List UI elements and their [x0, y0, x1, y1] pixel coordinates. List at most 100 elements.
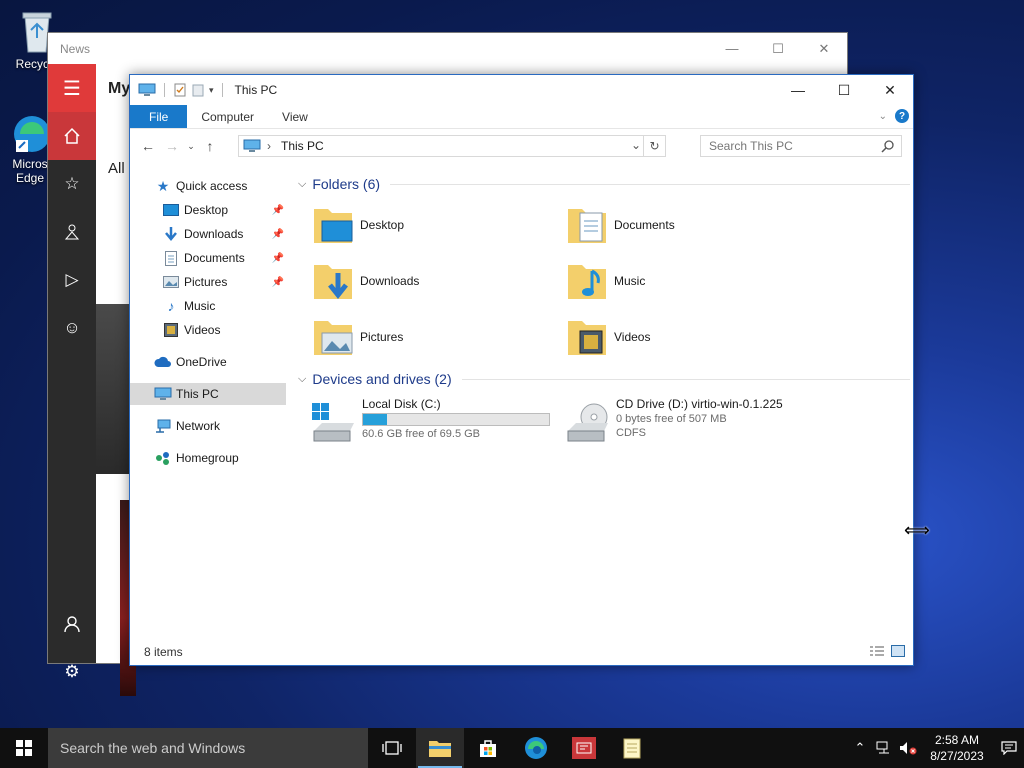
taskbar: Search the web and Windows ⌃ 2:58 AM 8/2…	[0, 728, 1024, 768]
up-arrow-icon[interactable]: ↑	[198, 138, 222, 154]
file-explorer-window[interactable]: ▾ This PC — ☐ ✕ File Computer View ⌄ ? ←…	[129, 74, 914, 666]
maximize-icon[interactable]: ☐	[821, 75, 867, 105]
local-icon[interactable]	[48, 208, 96, 256]
video-play-icon[interactable]: ▷	[48, 256, 96, 304]
customize-qat-chevron-icon[interactable]: ▾	[209, 85, 214, 96]
forward-arrow-icon[interactable]: →	[160, 138, 184, 154]
settings-gear-icon[interactable]: ⚙	[48, 648, 96, 696]
network-status-icon[interactable]	[872, 741, 896, 755]
sidebar-item-quick-access[interactable]: ★ Quick access	[154, 175, 310, 197]
collapse-chevron-icon[interactable]: ⌵	[298, 373, 306, 386]
smiley-icon[interactable]: ☺	[48, 304, 96, 352]
close-icon[interactable]: ✕	[801, 33, 847, 64]
folder-tile-documents[interactable]: Documents	[566, 203, 675, 247]
folder-label: Videos	[614, 330, 651, 344]
search-input[interactable]: Search This PC	[700, 135, 902, 157]
news-window-title: News	[60, 41, 91, 56]
explorer-window-title: This PC	[234, 83, 278, 97]
pin-icon[interactable]: 📌	[272, 253, 284, 264]
folder-label: Pictures	[360, 330, 404, 344]
task-view-button[interactable]	[368, 728, 416, 768]
folder-tile-music[interactable]: Music	[566, 259, 645, 303]
action-center-icon[interactable]	[994, 741, 1024, 755]
resize-cursor-icon: ⟺	[904, 520, 930, 540]
task-view-icon	[382, 741, 402, 755]
folders-group-header[interactable]: ⌵ Folders (6)	[298, 176, 910, 192]
sidebar-item-onedrive[interactable]: OneDrive	[154, 351, 286, 373]
videos-icon	[162, 322, 180, 338]
tab-computer[interactable]: Computer	[187, 105, 268, 128]
taskbar-edge[interactable]	[512, 728, 560, 768]
clock-time: 2:58 AM	[934, 733, 980, 747]
drive-name: Local Disk (C:)	[362, 397, 441, 411]
volume-muted-icon[interactable]	[896, 741, 920, 755]
documents-folder-icon	[568, 209, 606, 243]
sidebar-item-desktop[interactable]: Desktop 📌	[162, 199, 286, 221]
clock[interactable]: 2:58 AM 8/27/2023	[920, 732, 994, 764]
navigation-pane: ★ Quick access Desktop 📌 Downloads 📌 Doc…	[130, 163, 292, 641]
sidebar-item-this-pc[interactable]: This PC	[130, 383, 286, 405]
pin-icon[interactable]: 📌	[272, 229, 284, 240]
folder-tile-desktop[interactable]: Desktop	[312, 203, 404, 247]
sidebar-item-documents[interactable]: Documents 📌	[162, 247, 286, 269]
this-pc-icon	[154, 386, 172, 402]
refresh-icon[interactable]: ↻	[643, 136, 665, 156]
pin-icon[interactable]: 📌	[272, 205, 284, 216]
folder-tile-downloads[interactable]: Downloads	[312, 259, 419, 303]
breadcrumb[interactable]: This PC	[281, 139, 324, 153]
group-title: Devices and drives (2)	[312, 371, 452, 387]
breadcrumb-separator-icon[interactable]: ›	[267, 139, 271, 153]
sidebar-item-downloads[interactable]: Downloads 📌	[162, 223, 286, 245]
details-view-icon[interactable]	[869, 645, 885, 657]
address-dropdown-chevron-icon[interactable]: ⌄	[631, 138, 641, 152]
drive-tile-d[interactable]: CD Drive (D:) virtio-win-0.1.225 0 bytes…	[564, 397, 783, 447]
sidebar-item-network[interactable]: Network	[154, 415, 286, 437]
back-arrow-icon[interactable]: ←	[136, 138, 160, 154]
maximize-icon[interactable]: ☐	[755, 33, 801, 64]
expand-ribbon-chevron-icon[interactable]: ⌄	[879, 111, 887, 122]
minimize-icon[interactable]: —	[775, 75, 821, 105]
videos-folder-icon	[568, 321, 606, 355]
large-icons-view-icon[interactable]	[891, 645, 905, 657]
address-bar[interactable]: › This PC ⌄ ↻	[238, 135, 666, 157]
taskbar-store[interactable]	[464, 728, 512, 768]
explorer-titlebar[interactable]: ▾ This PC — ☐ ✕	[130, 75, 913, 105]
sidebar-item-music[interactable]: ♪ Music	[162, 295, 286, 317]
star-icon: ★	[156, 177, 170, 194]
new-folder-icon[interactable]	[191, 83, 205, 97]
pin-icon[interactable]: 📌	[272, 277, 284, 288]
hamburger-menu-icon[interactable]: ☰	[48, 64, 96, 112]
minimize-icon[interactable]: —	[709, 33, 755, 64]
taskbar-notepad[interactable]	[608, 728, 656, 768]
taskbar-file-explorer[interactable]	[416, 728, 464, 768]
folder-tile-videos[interactable]: Videos	[566, 315, 650, 359]
taskbar-news[interactable]	[560, 728, 608, 768]
recent-locations-chevron-icon[interactable]: ⌄	[184, 141, 198, 152]
home-icon[interactable]	[48, 112, 96, 160]
cloud-icon	[154, 354, 172, 370]
taskbar-search-input[interactable]: Search the web and Windows	[48, 728, 368, 768]
sidebar-item-pictures[interactable]: Pictures 📌	[162, 271, 286, 293]
close-icon[interactable]: ✕	[867, 75, 913, 105]
item-count: 8 items	[144, 645, 183, 659]
news-titlebar[interactable]: News — ☐ ✕	[48, 33, 847, 64]
drive-name: CD Drive (D:) virtio-win-0.1.225	[616, 397, 783, 411]
tab-file[interactable]: File	[130, 105, 188, 128]
sidebar-item-label: Homegroup	[176, 451, 239, 465]
news-filter-all[interactable]: All	[108, 160, 125, 177]
tab-view[interactable]: View	[268, 105, 322, 128]
sidebar-item-videos[interactable]: Videos	[162, 319, 286, 341]
properties-icon[interactable]	[173, 83, 187, 97]
collapse-chevron-icon[interactable]: ⌵	[298, 178, 306, 191]
ribbon-tabs: File Computer View ⌄ ?	[130, 105, 913, 129]
account-icon[interactable]	[48, 600, 96, 648]
documents-icon	[162, 250, 180, 266]
drive-tile-c[interactable]: Local Disk (C:) 60.6 GB free of 69.5 GB	[310, 397, 550, 447]
start-button[interactable]	[0, 728, 48, 768]
sidebar-item-homegroup[interactable]: Homegroup	[154, 447, 286, 469]
show-hidden-icons-chevron-icon[interactable]: ⌃	[848, 740, 872, 756]
star-icon[interactable]: ☆	[48, 160, 96, 208]
help-icon[interactable]: ?	[895, 109, 909, 123]
devices-group-header[interactable]: ⌵ Devices and drives (2)	[298, 371, 910, 387]
folder-tile-pictures[interactable]: Pictures	[312, 315, 403, 359]
